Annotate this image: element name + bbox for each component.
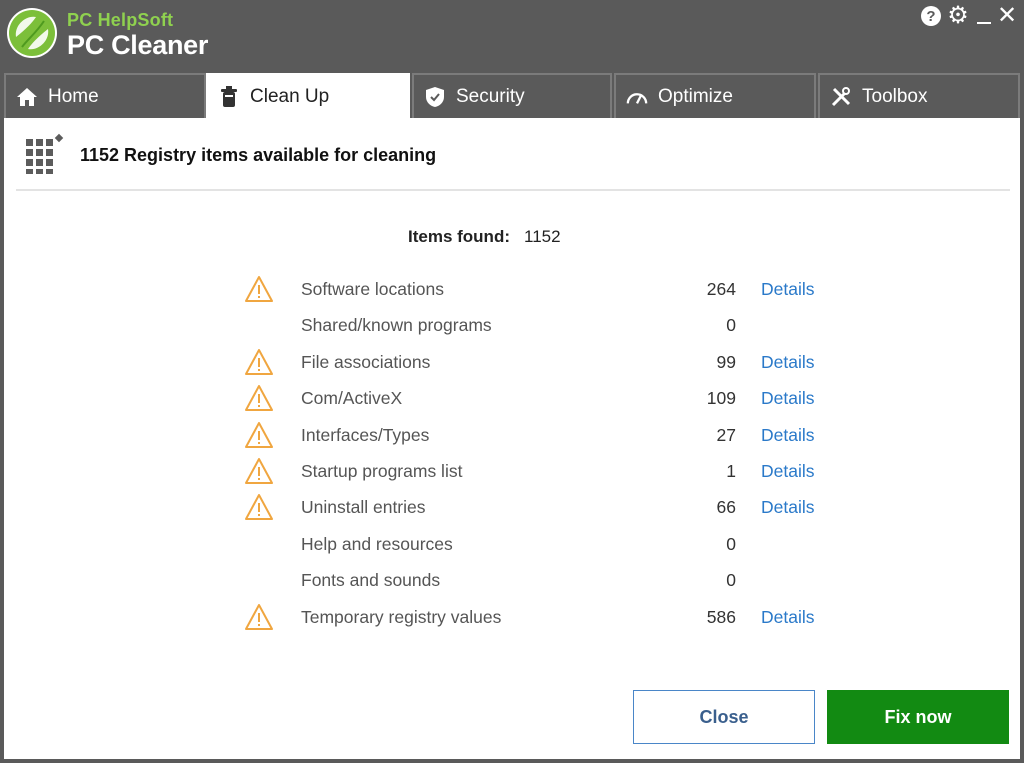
warning-icon xyxy=(245,421,273,448)
tab-label: Toolbox xyxy=(862,85,928,107)
item-count: 0 xyxy=(726,533,736,554)
warning-icon xyxy=(245,385,273,412)
details-link[interactable]: Details xyxy=(761,352,815,373)
tab-clean-up[interactable]: Clean Up xyxy=(206,73,410,118)
app-title: PC Cleaner xyxy=(67,30,209,60)
tab-label: Optimize xyxy=(658,85,733,107)
pc-cleaner-logo-icon xyxy=(7,8,57,58)
list-item: Temporary registry values 586 Details xyxy=(244,603,844,633)
close-button[interactable]: Close xyxy=(633,690,815,744)
list-item: Interfaces/Types 27 Details xyxy=(244,421,844,451)
details-link[interactable]: Details xyxy=(761,388,815,409)
registry-grid-icon xyxy=(24,133,64,175)
settings-gear-icon[interactable]: ⚙ xyxy=(946,4,970,28)
item-count: 0 xyxy=(726,315,736,336)
brand-subtitle: PC HelpSoft xyxy=(67,10,174,30)
speedometer-icon xyxy=(626,86,648,108)
item-count: 1 xyxy=(726,461,736,481)
item-label: Startup programs list xyxy=(301,461,463,481)
help-icon[interactable]: ? xyxy=(921,6,941,26)
items-found-label: Items found: xyxy=(408,227,510,246)
item-label: Fonts and sounds xyxy=(301,570,441,591)
list-item: Help and resources 0 xyxy=(244,530,844,560)
brand: PC HelpSoft PC Cleaner xyxy=(67,10,208,60)
item-label: File associations xyxy=(301,351,431,372)
item-label: Interfaces/Types xyxy=(301,424,430,445)
item-label: Software locations xyxy=(301,279,444,299)
minimize-icon[interactable] xyxy=(975,4,993,28)
app-window: PC HelpSoft PC Cleaner ? ⚙ ✕ Home Clean … xyxy=(0,0,1024,763)
item-label: Help and resources xyxy=(301,533,453,554)
list-item: Startup programs list 1 Details xyxy=(244,457,844,487)
home-icon xyxy=(16,86,38,108)
list-item: Shared/known programs 0 xyxy=(244,311,844,341)
item-label: Uninstall entries xyxy=(301,497,426,518)
details-link[interactable]: Details xyxy=(761,461,815,482)
main-tabs: Home Clean Up Security Optimize Toolbox xyxy=(0,72,1024,118)
items-found-summary: Items found: 1152 xyxy=(408,227,561,247)
item-count: 109 xyxy=(706,388,736,409)
item-label: Shared/known programs xyxy=(301,315,492,336)
close-window-icon[interactable]: ✕ xyxy=(996,2,1018,29)
warning-icon xyxy=(245,348,273,375)
fix-now-button[interactable]: Fix now xyxy=(827,690,1009,744)
item-count: 586 xyxy=(706,606,736,627)
warning-icon xyxy=(245,276,273,302)
cleanup-panel: 1152 Registry items available for cleani… xyxy=(4,118,1020,759)
warning-icon xyxy=(245,494,273,521)
shield-icon xyxy=(424,86,446,108)
list-item: Uninstall entries 66 Details xyxy=(244,493,844,523)
title-bar: PC HelpSoft PC Cleaner ? ⚙ ✕ xyxy=(0,0,1024,72)
cleanup-icon xyxy=(218,85,240,108)
item-count: 99 xyxy=(716,351,736,372)
item-label: Com/ActiveX xyxy=(301,388,403,409)
details-link[interactable]: Details xyxy=(761,497,815,518)
page-title: 1152 Registry items available for cleani… xyxy=(80,144,437,165)
tab-toolbox[interactable]: Toolbox xyxy=(818,73,1020,118)
tab-security[interactable]: Security xyxy=(412,73,612,118)
tab-optimize[interactable]: Optimize xyxy=(614,73,816,118)
items-found-value: 1152 xyxy=(524,227,561,246)
warning-icon xyxy=(245,458,273,484)
details-link[interactable]: Details xyxy=(761,425,815,446)
panel-header: 1152 Registry items available for cleani… xyxy=(24,130,436,180)
details-link[interactable]: Details xyxy=(761,607,815,628)
item-count: 0 xyxy=(726,570,736,591)
tab-label: Clean Up xyxy=(250,85,330,107)
tab-label: Home xyxy=(48,85,99,107)
list-item: Fonts and sounds 0 xyxy=(244,566,844,596)
details-link[interactable]: Details xyxy=(761,279,815,300)
warning-icon xyxy=(245,603,273,630)
header-divider xyxy=(16,189,1010,191)
tab-home[interactable]: Home xyxy=(4,73,206,118)
item-count: 264 xyxy=(706,279,736,299)
list-item: Software locations 264 Details xyxy=(244,275,844,305)
tools-icon xyxy=(830,86,852,108)
list-item: Com/ActiveX 109 Details xyxy=(244,384,844,414)
item-count: 27 xyxy=(716,424,736,445)
list-item: File associations 99 Details xyxy=(244,348,844,378)
tab-label: Security xyxy=(456,85,525,107)
item-label: Temporary registry values xyxy=(301,606,502,627)
item-count: 66 xyxy=(716,497,736,518)
